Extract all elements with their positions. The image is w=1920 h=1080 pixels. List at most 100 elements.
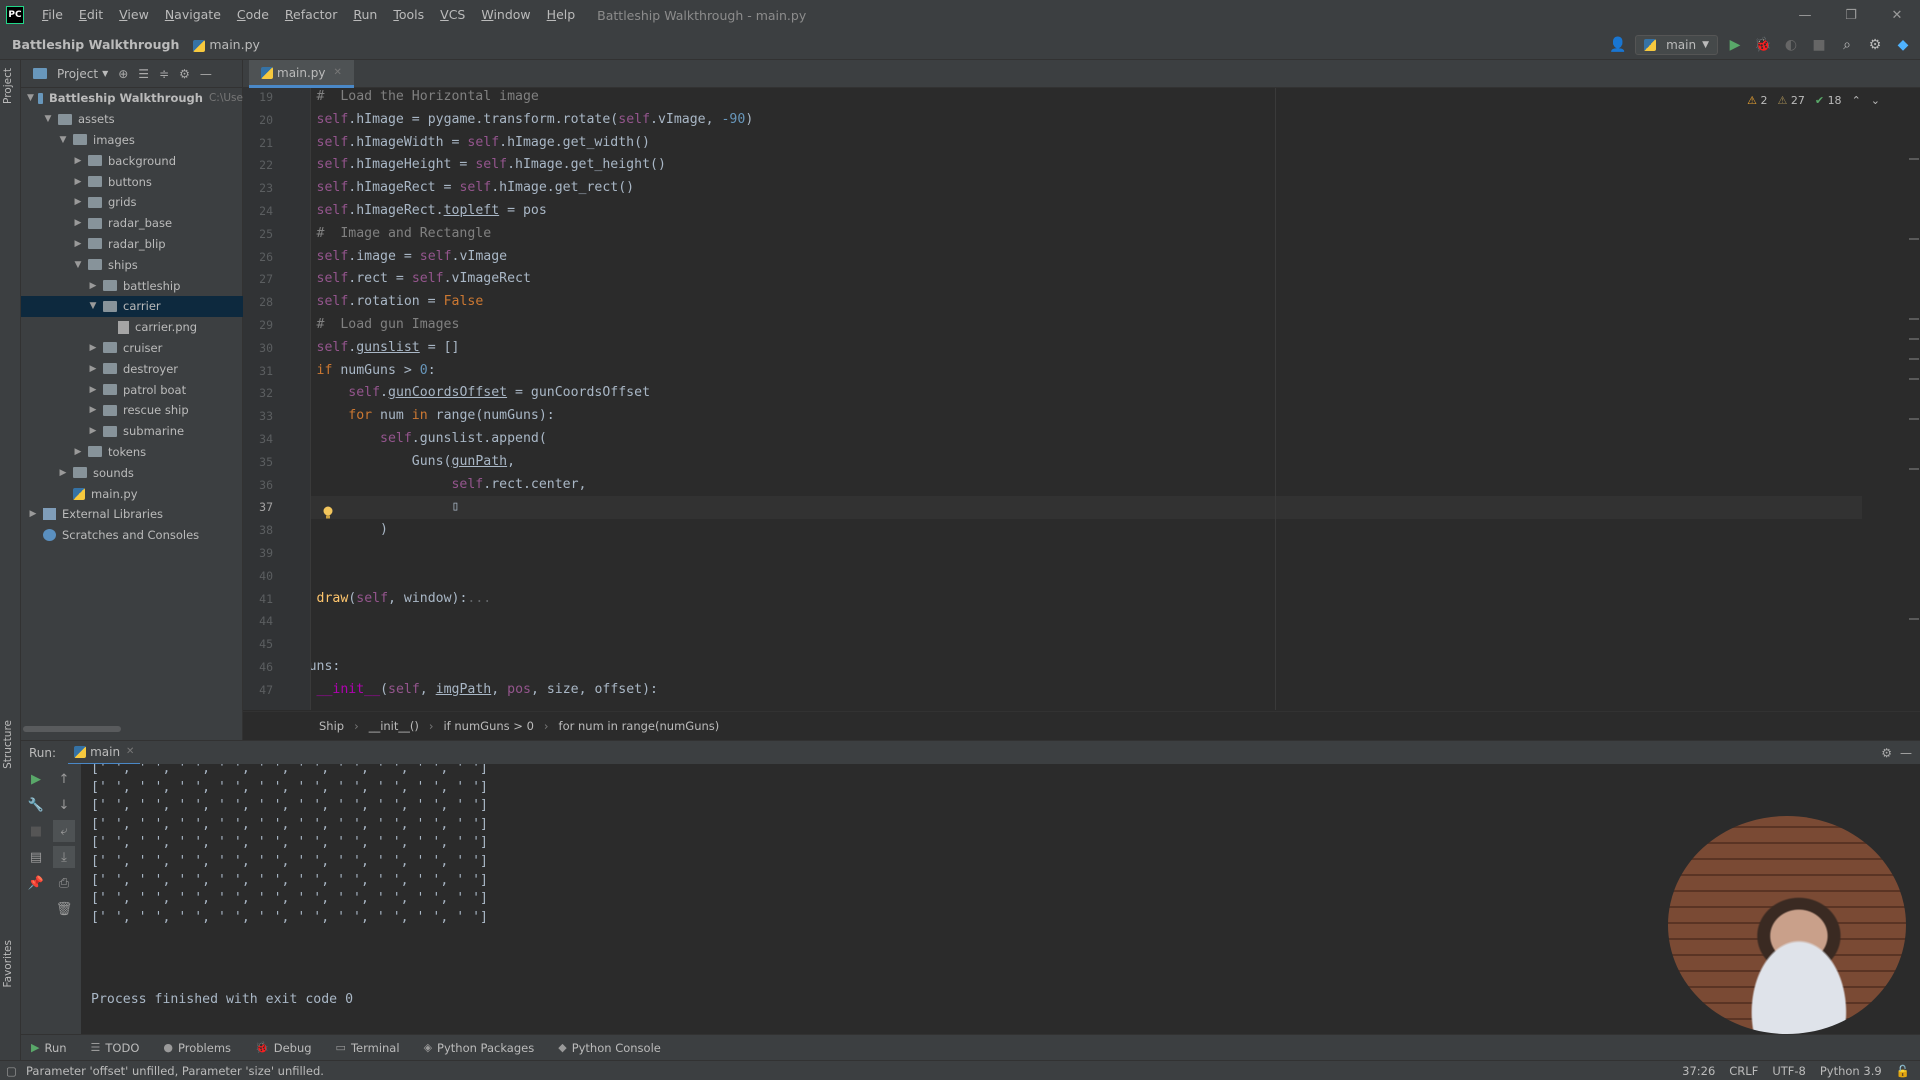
chevron-right-icon[interactable]: ▶ (27, 509, 39, 519)
run-settings-gear-icon[interactable]: ⚙ (1881, 746, 1892, 760)
chevron-right-icon[interactable]: ▶ (72, 177, 84, 187)
breadcrumb-item[interactable]: if numGuns > 0 (443, 719, 533, 733)
run-console[interactable]: [' ', ' ', ' ', ' ', ' ', ' ', ' ', ' ',… (81, 764, 1920, 1034)
up-arrow-icon[interactable]: ↑ (53, 768, 75, 790)
down-arrow-icon[interactable]: ↓ (53, 794, 75, 816)
tool-tab-python-packages[interactable]: ◈ Python Packages (424, 1041, 535, 1055)
tool-tab-run[interactable]: ▶ Run (31, 1041, 67, 1055)
run-icon[interactable]: ▶ (1724, 34, 1746, 56)
chevron-right-icon[interactable]: ▶ (72, 197, 84, 207)
chevron-down-icon[interactable]: ▼ (42, 114, 54, 124)
tree-item[interactable]: carrier.png (21, 317, 243, 338)
close-window-icon[interactable]: ✕ (1874, 0, 1920, 30)
line-separator[interactable]: CRLF (1729, 1064, 1758, 1078)
file-encoding[interactable]: UTF-8 (1772, 1064, 1806, 1078)
tree-item[interactable]: ▶ cruiser (21, 338, 243, 359)
caret-position[interactable]: 37:26 (1682, 1064, 1715, 1078)
options-gear-icon[interactable]: ⚙ (179, 67, 190, 81)
tool-tab-python-console[interactable]: ◆ Python Console (558, 1041, 661, 1055)
hide-run-panel-icon[interactable]: — (1900, 746, 1912, 760)
scroll-to-end-icon[interactable]: ⤓ (53, 846, 75, 868)
tree-item[interactable]: ▶ radar_blip (21, 234, 243, 255)
print-icon[interactable]: ⎙ (53, 872, 75, 894)
chevron-right-icon[interactable]: ▶ (57, 468, 69, 478)
code-editor[interactable]: # Load the Horizontal image self.hImage … (311, 88, 1920, 710)
run-config-selector[interactable]: main ▼ (1635, 35, 1718, 55)
trash-icon[interactable]: 🗑 (53, 898, 75, 920)
tree-item[interactable]: ▶ sounds (21, 462, 243, 483)
project-tool-tab[interactable]: Project (2, 68, 14, 104)
layout-icon[interactable]: ▤ (25, 846, 47, 868)
tab-main-py[interactable]: main.py ✕ (249, 60, 354, 88)
menu-view[interactable]: View (111, 0, 157, 30)
restore-icon[interactable]: ❐ (1828, 0, 1874, 30)
tree-item[interactable]: ▶ radar_base (21, 213, 243, 234)
soft-wrap-icon[interactable]: ⤶ (53, 820, 75, 842)
editor-scrollbar-stripes[interactable] (1906, 88, 1920, 710)
coverage-icon[interactable]: ◐ (1780, 34, 1802, 56)
tree-item[interactable]: ▼ assets (21, 109, 243, 130)
lock-icon[interactable]: 🔓 (1896, 1064, 1910, 1078)
menu-vcs[interactable]: VCS (432, 0, 473, 30)
tree-item[interactable]: ▼ ships (21, 254, 243, 275)
project-horizontal-scrollbar[interactable] (23, 726, 121, 732)
nav-crumb-file[interactable]: main.py (193, 37, 260, 52)
pin-icon[interactable]: 📌 (25, 872, 47, 894)
chevron-right-icon[interactable]: ▶ (72, 218, 84, 228)
chevron-right-icon[interactable]: ▶ (72, 156, 84, 166)
chevron-down-icon[interactable]: ▼ (27, 93, 34, 103)
run-tab-main[interactable]: main ✕ (68, 741, 141, 765)
project-view-selector[interactable]: Project ▼ (33, 67, 108, 81)
menu-refactor[interactable]: Refactor (277, 0, 345, 30)
debug-icon[interactable]: 🐞 (1752, 34, 1774, 56)
stop-icon[interactable]: ■ (1808, 34, 1830, 56)
minimize-icon[interactable]: — (1782, 0, 1828, 30)
close-tab-icon[interactable]: ✕ (126, 746, 134, 757)
breadcrumb-item[interactable]: __init__() (369, 719, 419, 733)
tree-item[interactable]: main.py (21, 483, 243, 504)
tool-tab-debug[interactable]: 🐞 Debug (255, 1041, 312, 1055)
hide-panel-icon[interactable]: — (200, 67, 212, 81)
tree-item[interactable]: ▶ tokens (21, 442, 243, 463)
tree-item[interactable]: ▶ buttons (21, 171, 243, 192)
lightbulb-icon[interactable] (322, 506, 334, 520)
python-interpreter[interactable]: Python 3.9 (1820, 1064, 1882, 1078)
wrench-icon[interactable]: 🔧 (25, 794, 47, 816)
tree-item[interactable]: ▶ grids (21, 192, 243, 213)
tool-tab-todo[interactable]: ☰ TODO (91, 1041, 140, 1055)
chevron-right-icon[interactable]: ▶ (72, 239, 84, 249)
tool-tab-terminal[interactable]: ▭ Terminal (336, 1041, 400, 1055)
chevron-right-icon[interactable]: ▶ (87, 281, 99, 291)
chevron-right-icon[interactable]: ▶ (87, 343, 99, 353)
chevron-down-icon[interactable]: ▼ (72, 260, 84, 270)
locate-icon[interactable]: ⊕ (118, 67, 128, 81)
close-tab-icon[interactable]: ✕ (334, 67, 342, 78)
nav-crumb-project[interactable]: Battleship Walkthrough (12, 37, 179, 52)
breadcrumb-item[interactable]: Ship (319, 719, 344, 733)
search-icon[interactable]: ⌕ (1836, 34, 1858, 56)
collapse-all-icon[interactable]: ≑ (159, 67, 169, 81)
tree-item[interactable]: ▶ background (21, 150, 243, 171)
breadcrumb-item[interactable]: for num in range(numGuns) (559, 719, 720, 733)
menu-navigate[interactable]: Navigate (157, 0, 229, 30)
tree-item[interactable]: ▶ patrol boat (21, 379, 243, 400)
menu-file[interactable]: File (34, 0, 71, 30)
tree-item[interactable]: ▶ destroyer (21, 358, 243, 379)
settings-gear-icon[interactable]: ⚙ (1864, 34, 1886, 56)
jetbrains-logo-icon[interactable]: ◆ (1892, 34, 1914, 56)
tool-tab-problems[interactable]: ● Problems (163, 1041, 231, 1055)
stop-icon[interactable]: ■ (25, 820, 47, 842)
inspection-widget[interactable]: ⚠ 2 ⚠ 27 ✔ 18 ⌃ ⌄ (1747, 94, 1880, 107)
chevron-down-icon[interactable]: ⌄ (1871, 94, 1880, 107)
tree-item[interactable]: Scratches and Consoles (21, 525, 243, 546)
menu-tools[interactable]: Tools (385, 0, 432, 30)
rerun-icon[interactable]: ▶ (25, 768, 47, 790)
favorites-tool-tab[interactable]: Favorites (2, 940, 14, 987)
menu-code[interactable]: Code (229, 0, 277, 30)
tree-item[interactable]: ▶ rescue ship (21, 400, 243, 421)
chevron-up-icon[interactable]: ⌃ (1852, 94, 1861, 107)
chevron-down-icon[interactable]: ▼ (57, 135, 69, 145)
chevron-right-icon[interactable]: ▶ (87, 426, 99, 436)
menu-help[interactable]: Help (539, 0, 584, 30)
tree-item[interactable]: ▶ submarine (21, 421, 243, 442)
